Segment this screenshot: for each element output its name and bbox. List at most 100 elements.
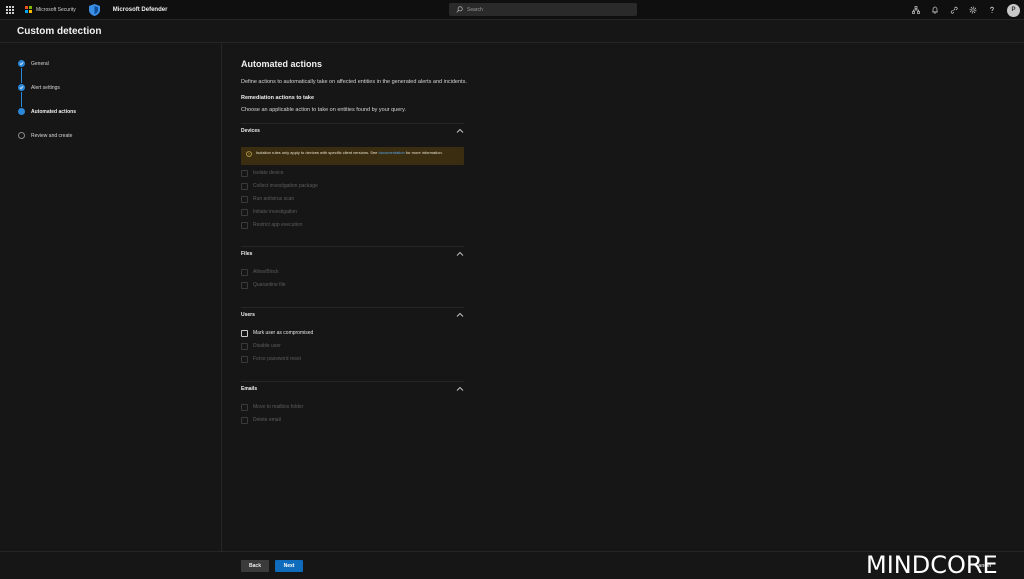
wizard-stepper: General Alert settings Automated actions…: [18, 58, 76, 154]
checkbox-disable-user[interactable]: Disable user: [241, 341, 281, 351]
warning-text: Isolation rules only apply to devices wi…: [256, 150, 461, 156]
checkbox-box[interactable]: [241, 221, 248, 229]
checkbox-box[interactable]: [241, 281, 248, 289]
step-label: General: [31, 61, 49, 67]
app-launcher-icon[interactable]: [0, 0, 20, 20]
checkbox-allow-block[interactable]: Allow/Block: [241, 267, 279, 277]
step-connector: [21, 68, 22, 83]
checkbox-box[interactable]: [241, 342, 248, 350]
checkbox-label: Collect investigation package: [253, 183, 318, 189]
checkbox-box[interactable]: [241, 208, 248, 216]
step-complete-icon: [18, 84, 25, 91]
warning-text-post: for more information.: [404, 150, 443, 155]
checkbox-box[interactable]: [241, 169, 248, 177]
section-title: Automated actions: [241, 59, 323, 69]
checkbox-box[interactable]: [241, 416, 248, 424]
search-input[interactable]: Search: [449, 3, 637, 16]
checkbox-label: Mark user as compromised: [253, 330, 314, 336]
checkbox-label: Move to mailbox folder: [253, 404, 304, 410]
checkbox-box[interactable]: [241, 355, 248, 363]
checkbox-box[interactable]: [241, 403, 248, 411]
checkbox-restrict-app-execution[interactable]: Restrict app execution: [241, 220, 302, 230]
group-title: Users: [241, 312, 255, 318]
checkbox-box[interactable]: [241, 195, 248, 203]
step-pending-icon: [18, 132, 25, 139]
checkbox-label: Force password reset: [253, 356, 302, 362]
group-divider: [241, 246, 464, 247]
group-emails: Emails Move to mailbox folder Delete ema…: [241, 383, 464, 424]
checkbox-label: Allow/Block: [253, 269, 279, 275]
warning-banner: Isolation rules only apply to devices wi…: [241, 147, 464, 165]
step-review-and-create[interactable]: Review and create: [18, 130, 76, 154]
step-complete-icon: [18, 60, 25, 67]
checkbox-mark-user-compromised[interactable]: Mark user as compromised: [241, 328, 313, 338]
avatar-initial: P: [1011, 7, 1016, 13]
back-button[interactable]: Back: [241, 560, 269, 572]
watermark-logo: MINDCORE: [866, 551, 998, 579]
group-devices: Devices Isolation rules only apply to de…: [241, 125, 464, 229]
group-title: Devices: [241, 128, 260, 134]
link-icon[interactable]: [950, 6, 958, 14]
page-title: Custom detection: [17, 26, 102, 37]
checkbox-label: Restrict app execution: [253, 222, 303, 228]
group-divider: [241, 381, 464, 382]
org-chart-icon[interactable]: [912, 6, 920, 14]
checkbox-quarantine-file[interactable]: Quarantine file: [241, 280, 286, 290]
checkbox-force-password-reset[interactable]: Force password reset: [241, 354, 301, 364]
step-label: Review and create: [31, 133, 73, 139]
warning-icon: [246, 151, 252, 157]
documentation-link[interactable]: documentation: [379, 150, 405, 155]
help-icon[interactable]: [988, 6, 996, 14]
checkbox-label: Disable user: [253, 343, 281, 349]
checkbox-run-antivirus-scan[interactable]: Run antivirus scan: [241, 194, 294, 204]
notification-bell-icon[interactable]: [931, 6, 939, 14]
avatar[interactable]: P: [1007, 3, 1020, 17]
checkbox-label: Quarantine file: [253, 282, 286, 288]
chevron-up-icon[interactable]: [456, 385, 464, 393]
checkbox-label: Run antivirus scan: [253, 196, 295, 202]
app-title[interactable]: Microsoft Defender: [113, 7, 168, 13]
top-bar: Microsoft Security Microsoft Defender Se…: [0, 0, 1024, 20]
checkbox-collect-investigation-package[interactable]: Collect investigation package: [241, 181, 318, 191]
group-header-devices[interactable]: Devices: [241, 125, 464, 139]
checkbox-delete-email[interactable]: Delete email: [241, 415, 281, 425]
step-alert-settings[interactable]: Alert settings: [18, 82, 76, 107]
microsoft-logo-icon: [25, 6, 32, 13]
next-button[interactable]: Next: [275, 560, 303, 572]
step-general[interactable]: General: [18, 58, 76, 83]
group-header-files[interactable]: Files: [241, 248, 464, 262]
step-label: Automated actions: [31, 109, 77, 115]
checkbox-box[interactable]: [241, 182, 248, 190]
remediation-description: Choose an applicable action to take on e…: [241, 107, 407, 113]
remediation-heading: Remediation actions to take: [241, 95, 315, 101]
chevron-up-icon[interactable]: [456, 127, 464, 135]
checkbox-initiate-investigation[interactable]: Initiate investigation: [241, 207, 297, 217]
settings-gear-icon[interactable]: [969, 6, 977, 14]
top-bar-actions: P: [912, 3, 1020, 17]
checkbox-label: Isolate device: [253, 170, 284, 176]
defender-shield-icon: [88, 3, 102, 17]
checkbox-isolate-device[interactable]: Isolate device: [241, 168, 284, 178]
panel-divider: [221, 44, 222, 551]
group-divider: [241, 307, 464, 308]
search-icon: [455, 6, 463, 14]
group-header-emails[interactable]: Emails: [241, 383, 464, 397]
step-connector: [21, 92, 22, 107]
checkbox-label: Delete email: [253, 417, 281, 423]
group-title: Emails: [241, 386, 258, 392]
group-title: Files: [241, 251, 253, 257]
checkbox-label: Initiate investigation: [253, 209, 297, 215]
group-divider: [241, 123, 464, 124]
chevron-up-icon[interactable]: [456, 250, 464, 258]
warning-text-pre: Isolation rules only apply to devices wi…: [256, 150, 379, 155]
checkbox-box[interactable]: [241, 329, 248, 337]
search-placeholder: Search: [467, 6, 483, 13]
checkbox-move-to-mailbox-folder[interactable]: Move to mailbox folder: [241, 402, 303, 412]
group-header-users[interactable]: Users: [241, 309, 464, 323]
step-current-icon: [18, 108, 25, 115]
step-automated-actions[interactable]: Automated actions: [18, 106, 76, 130]
chevron-up-icon[interactable]: [456, 311, 464, 319]
checkbox-box[interactable]: [241, 268, 248, 276]
section-description: Define actions to automatically take on …: [241, 79, 467, 85]
group-users: Users Mark user as compromised Disable u…: [241, 309, 464, 363]
